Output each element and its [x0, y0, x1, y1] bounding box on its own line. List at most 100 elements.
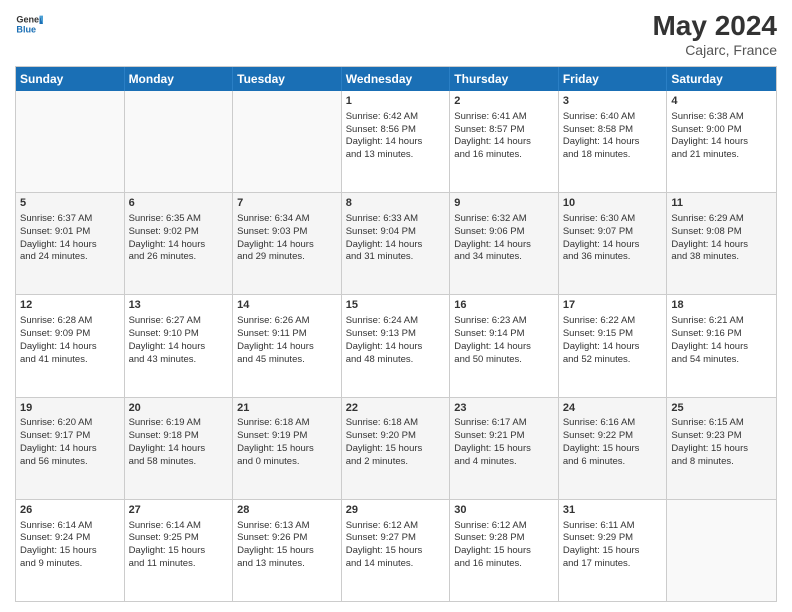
day-info: Sunrise: 6:28 AM Sunset: 9:09 PM Dayligh… [20, 315, 120, 366]
day-number: 13 [129, 298, 229, 313]
weekday-header: Saturday [667, 67, 776, 91]
day-info: Sunrise: 6:33 AM Sunset: 9:04 PM Dayligh… [346, 213, 446, 264]
location: Cajarc, France [652, 42, 777, 58]
calendar-row: 1Sunrise: 6:42 AM Sunset: 8:56 PM Daylig… [16, 91, 776, 192]
svg-text:General: General [16, 15, 43, 25]
day-info: Sunrise: 6:41 AM Sunset: 8:57 PM Dayligh… [454, 111, 554, 162]
calendar-day-31: 31Sunrise: 6:11 AM Sunset: 9:29 PM Dayli… [559, 500, 668, 601]
day-number: 28 [237, 503, 337, 518]
calendar-day-8: 8 Sunrise: 6:33 AM Sunset: 9:04 PM Daylig… [342, 193, 451, 294]
day-info: Sunrise: 6:15 AM Sunset: 9:23 PM Dayligh… [671, 417, 772, 468]
day-number: 2 [454, 94, 554, 109]
day-info: Sunrise: 6:19 AM Sunset: 9:18 PM Dayligh… [129, 417, 229, 468]
calendar-day-7: 7Sunrise: 6:34 AM Sunset: 9:03 PM Daylig… [233, 193, 342, 294]
day-info: Sunrise: 6:14 AM Sunset: 9:24 PM Dayligh… [20, 520, 120, 571]
day-number: 27 [129, 503, 229, 518]
weekday-header: Monday [125, 67, 234, 91]
day-number: 14 [237, 298, 337, 313]
day-info: Sunrise: 6:40 AM Sunset: 8:58 PM Dayligh… [563, 111, 663, 162]
calendar-day-27: 27 Sunrise: 6:14 AM Sunset: 9:25 PM Dayli… [125, 500, 234, 601]
day-number: 11 [671, 196, 772, 211]
weekday-header: Wednesday [342, 67, 451, 91]
day-number: 8 [346, 196, 446, 211]
day-number: 20 [129, 401, 229, 416]
title-block: May 2024 Cajarc, France [652, 10, 777, 58]
calendar-day-14: 14 Sunrise: 6:26 AM Sunset: 9:11 PM Dayli… [233, 295, 342, 396]
day-info: Sunrise: 6:24 AM Sunset: 9:13 PM Dayligh… [346, 315, 446, 366]
calendar-day-21: 21Sunrise: 6:18 AM Sunset: 9:19 PM Dayli… [233, 398, 342, 499]
calendar-day-23: 23Sunrise: 6:17 AM Sunset: 9:21 PM Dayli… [450, 398, 559, 499]
day-info: Sunrise: 6:21 AM Sunset: 9:16 PM Dayligh… [671, 315, 772, 366]
svg-text:Blue: Blue [16, 24, 36, 34]
month-year: May 2024 [652, 10, 777, 42]
day-number: 6 [129, 196, 229, 211]
calendar-day-3: 3 Sunrise: 6:40 AM Sunset: 8:58 PM Daylig… [559, 91, 668, 192]
calendar-day-16: 16 Sunrise: 6:23 AM Sunset: 9:14 PM Dayli… [450, 295, 559, 396]
calendar: SundayMondayTuesdayWednesdayThursdayFrid… [15, 66, 777, 602]
calendar-day-25: 25Sunrise: 6:15 AM Sunset: 9:23 PM Dayli… [667, 398, 776, 499]
calendar-day-19: 19Sunrise: 6:20 AM Sunset: 9:17 PM Dayli… [16, 398, 125, 499]
day-info: Sunrise: 6:18 AM Sunset: 9:20 PM Dayligh… [346, 417, 446, 468]
day-info: Sunrise: 6:22 AM Sunset: 9:15 PM Dayligh… [563, 315, 663, 366]
calendar-day-24: 24Sunrise: 6:16 AM Sunset: 9:22 PM Dayli… [559, 398, 668, 499]
day-info: Sunrise: 6:16 AM Sunset: 9:22 PM Dayligh… [563, 417, 663, 468]
calendar-day-6: 6Sunrise: 6:35 AM Sunset: 9:02 PM Daylig… [125, 193, 234, 294]
day-number: 17 [563, 298, 663, 313]
calendar-day-11: 11 Sunrise: 6:29 AM Sunset: 9:08 PM Dayli… [667, 193, 776, 294]
day-number: 24 [563, 401, 663, 416]
calendar-day-15: 15 Sunrise: 6:24 AM Sunset: 9:13 PM Dayli… [342, 295, 451, 396]
day-info: Sunrise: 6:26 AM Sunset: 9:11 PM Dayligh… [237, 315, 337, 366]
day-info: Sunrise: 6:20 AM Sunset: 9:17 PM Dayligh… [20, 417, 120, 468]
day-info: Sunrise: 6:30 AM Sunset: 9:07 PM Dayligh… [563, 213, 663, 264]
day-number: 15 [346, 298, 446, 313]
calendar-empty-cell [667, 500, 776, 601]
calendar-day-28: 28 Sunrise: 6:13 AM Sunset: 9:26 PM Dayli… [233, 500, 342, 601]
calendar-day-29: 29 Sunrise: 6:12 AM Sunset: 9:27 PM Dayli… [342, 500, 451, 601]
calendar-empty-cell [16, 91, 125, 192]
day-number: 5 [20, 196, 120, 211]
calendar-day-26: 26 Sunrise: 6:14 AM Sunset: 9:24 PM Dayli… [16, 500, 125, 601]
calendar-day-22: 22Sunrise: 6:18 AM Sunset: 9:20 PM Dayli… [342, 398, 451, 499]
weekday-header: Sunday [16, 67, 125, 91]
calendar-row: 12Sunrise: 6:28 AM Sunset: 9:09 PM Dayli… [16, 294, 776, 396]
weekday-header: Friday [559, 67, 668, 91]
day-info: Sunrise: 6:29 AM Sunset: 9:08 PM Dayligh… [671, 213, 772, 264]
calendar-day-1: 1Sunrise: 6:42 AM Sunset: 8:56 PM Daylig… [342, 91, 451, 192]
weekday-header: Tuesday [233, 67, 342, 91]
day-number: 26 [20, 503, 120, 518]
day-info: Sunrise: 6:13 AM Sunset: 9:26 PM Dayligh… [237, 520, 337, 571]
calendar-empty-cell [233, 91, 342, 192]
day-number: 1 [346, 94, 446, 109]
day-number: 9 [454, 196, 554, 211]
day-number: 16 [454, 298, 554, 313]
day-number: 10 [563, 196, 663, 211]
day-number: 3 [563, 94, 663, 109]
calendar-day-20: 20Sunrise: 6:19 AM Sunset: 9:18 PM Dayli… [125, 398, 234, 499]
calendar-day-2: 2 Sunrise: 6:41 AM Sunset: 8:57 PM Daylig… [450, 91, 559, 192]
day-info: Sunrise: 6:12 AM Sunset: 9:27 PM Dayligh… [346, 520, 446, 571]
day-info: Sunrise: 6:11 AM Sunset: 9:29 PM Dayligh… [563, 520, 663, 571]
calendar-day-4: 4 Sunrise: 6:38 AM Sunset: 9:00 PM Daylig… [667, 91, 776, 192]
day-number: 22 [346, 401, 446, 416]
day-info: Sunrise: 6:27 AM Sunset: 9:10 PM Dayligh… [129, 315, 229, 366]
calendar-day-5: 5Sunrise: 6:37 AM Sunset: 9:01 PM Daylig… [16, 193, 125, 294]
day-number: 4 [671, 94, 772, 109]
header: General Blue May 2024 Cajarc, France [15, 10, 777, 58]
day-info: Sunrise: 6:23 AM Sunset: 9:14 PM Dayligh… [454, 315, 554, 366]
day-number: 25 [671, 401, 772, 416]
weekday-header: Thursday [450, 67, 559, 91]
calendar-row: 19Sunrise: 6:20 AM Sunset: 9:17 PM Dayli… [16, 397, 776, 499]
day-info: Sunrise: 6:18 AM Sunset: 9:19 PM Dayligh… [237, 417, 337, 468]
day-info: Sunrise: 6:14 AM Sunset: 9:25 PM Dayligh… [129, 520, 229, 571]
day-number: 23 [454, 401, 554, 416]
day-info: Sunrise: 6:34 AM Sunset: 9:03 PM Dayligh… [237, 213, 337, 264]
page: General Blue May 2024 Cajarc, France Sun… [0, 0, 792, 612]
day-number: 18 [671, 298, 772, 313]
day-info: Sunrise: 6:38 AM Sunset: 9:00 PM Dayligh… [671, 111, 772, 162]
calendar-day-10: 10 Sunrise: 6:30 AM Sunset: 9:07 PM Dayli… [559, 193, 668, 294]
calendar-row: 26 Sunrise: 6:14 AM Sunset: 9:24 PM Dayli… [16, 499, 776, 601]
day-number: 30 [454, 503, 554, 518]
calendar-day-13: 13 Sunrise: 6:27 AM Sunset: 9:10 PM Dayli… [125, 295, 234, 396]
day-number: 29 [346, 503, 446, 518]
calendar-row: 5Sunrise: 6:37 AM Sunset: 9:01 PM Daylig… [16, 192, 776, 294]
